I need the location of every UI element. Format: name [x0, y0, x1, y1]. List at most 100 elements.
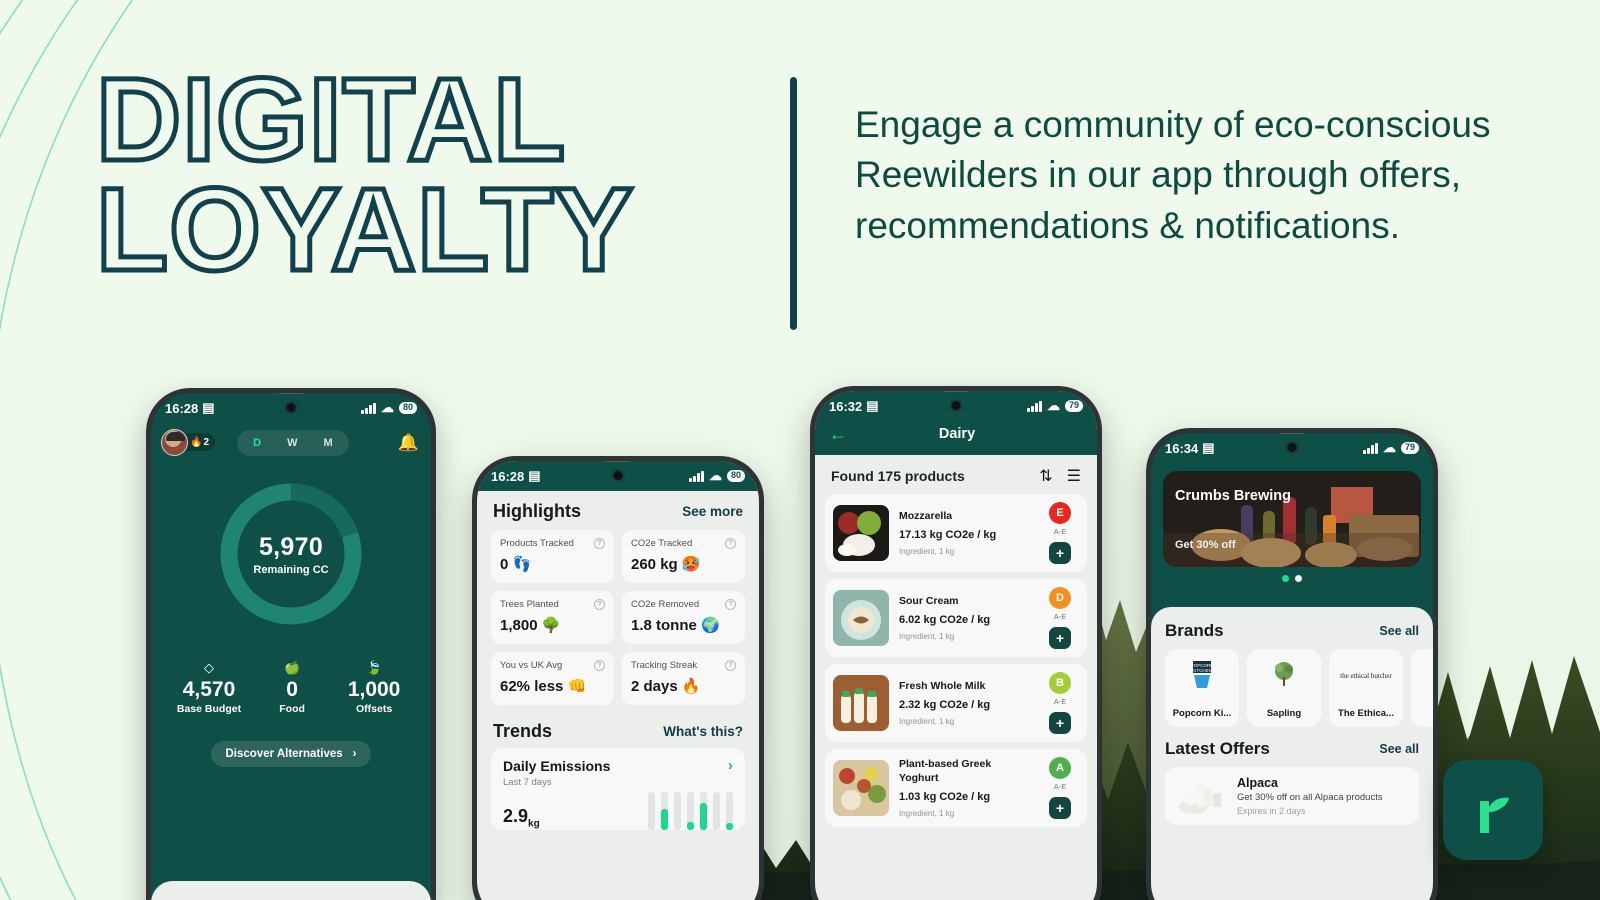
trend-value: 2.9 — [503, 806, 529, 827]
filter-icon[interactable]: ☰ — [1067, 466, 1081, 486]
highlight-value: 1.8 tonne 🌍 — [631, 617, 720, 634]
stat-value: 4,570 — [182, 678, 236, 701]
grade-badge: A — [1049, 757, 1071, 779]
highlight-card[interactable]: CO2e Tracked? 260 kg 🥵 — [622, 530, 745, 583]
brand-card[interactable]: the ethical butcher The Ethica... — [1329, 649, 1403, 727]
promo-banner[interactable]: Crumbs Brewing Get 30% off — [1163, 471, 1421, 567]
product-name: Plant-based Greek Yoghurt — [899, 758, 992, 784]
profile-avatar-group[interactable]: 🔥 2 — [161, 429, 216, 456]
help-icon[interactable]: ? — [594, 538, 605, 549]
bar-track — [661, 792, 668, 830]
brand-card[interactable]: C — [1411, 649, 1433, 727]
trends-title: Trends — [493, 721, 553, 741]
product-row[interactable]: Sour Cream 6.02 kg CO2e / kg Ingredient,… — [825, 579, 1087, 657]
front-camera-dot — [284, 401, 298, 414]
chevron-right-icon[interactable]: › — [728, 757, 733, 774]
earpiece-speaker — [605, 461, 631, 462]
bell-icon[interactable]: 🔔 — [398, 434, 419, 451]
sim-icon: ▤ — [1202, 440, 1215, 455]
product-list: Mozzarella 17.13 kg CO2e / kg Ingredient… — [815, 494, 1097, 827]
bar-track — [700, 792, 707, 830]
highlight-card[interactable]: CO2e Removed? 1.8 tonne 🌍 — [622, 591, 745, 644]
highlight-card[interactable]: Trees Planted? 1,800 🌳 — [491, 591, 614, 644]
brand-label: Sapling — [1266, 708, 1302, 719]
offer-card[interactable]: Alpaca Get 30% off on all Alpaca product… — [1165, 767, 1419, 825]
daily-emissions-card[interactable]: › Daily Emissions Last 7 days 2.9kg — [491, 748, 745, 830]
stat-offsets: 🍃 1,000 Offsets — [343, 660, 405, 715]
tab-day[interactable]: D — [241, 434, 273, 452]
flame-icon: 🔥 — [190, 436, 203, 448]
sort-icon[interactable]: ⇅ — [1039, 466, 1052, 486]
add-product-button[interactable]: + — [1049, 627, 1071, 649]
highlight-value: 2 days 🔥 — [631, 678, 701, 695]
discover-alternatives-button[interactable]: Discover Alternatives › — [211, 741, 371, 767]
carousel-dot-active[interactable] — [1282, 575, 1289, 582]
brand-card[interactable]: POPCORN KITCHEN Popcorn Ki... — [1165, 649, 1239, 727]
stat-food: 🍏 0 Food — [261, 660, 323, 715]
battery-badge: 80 — [398, 402, 417, 414]
add-product-button[interactable]: + — [1049, 712, 1071, 734]
see-all-offers-link[interactable]: See all — [1379, 742, 1419, 756]
stat-label: Offsets — [356, 703, 393, 715]
product-name: Sour Cream — [899, 594, 959, 607]
help-icon[interactable]: ? — [594, 660, 605, 671]
signal-icon — [1363, 442, 1378, 454]
product-meta: Ingredient, 1 kg — [899, 547, 955, 557]
carousel-dot[interactable] — [1295, 575, 1302, 582]
highlight-value: 260 kg 🥵 — [631, 556, 701, 573]
bar-fill — [661, 809, 668, 830]
highlight-title: CO2e Tracked — [631, 538, 693, 549]
brand-label: The Ethica... — [1338, 708, 1394, 719]
front-camera-dot — [949, 399, 963, 412]
highlight-card[interactable]: You vs UK Avg? 62% less 👊 — [491, 652, 614, 705]
sim-icon: ▤ — [528, 468, 541, 483]
stat-label: Base Budget — [176, 703, 242, 715]
app-bar-title: Dairy — [938, 426, 976, 442]
highlight-card[interactable]: Products Tracked? 0 👣 — [491, 530, 614, 583]
svg-text:the ethical butcher: the ethical butcher — [1340, 672, 1392, 680]
leaf-icon: 🍃 — [366, 660, 383, 675]
highlight-title: CO2e Removed — [631, 599, 700, 610]
help-icon[interactable]: ? — [594, 599, 605, 610]
product-row[interactable]: Plant-based Greek Yoghurt 1.03 kg CO2e /… — [825, 749, 1087, 827]
help-icon[interactable]: ? — [725, 599, 736, 610]
highlights-sheet: Highlights See more — [151, 881, 431, 900]
wifi-icon: ☁ — [380, 400, 394, 415]
add-product-button[interactable]: + — [1049, 542, 1071, 564]
tab-month[interactable]: M — [312, 434, 345, 452]
grade-badge: E — [1049, 502, 1071, 524]
trend-unit: kg — [528, 819, 540, 830]
period-segmented-control[interactable]: D W M — [237, 429, 349, 456]
carousel-dots[interactable] — [1151, 575, 1433, 582]
offer-thumbnail — [1175, 776, 1227, 816]
highlight-title: Trees Planted — [500, 599, 559, 610]
phone-mockup-highlights: 16:28 ▤ ☁ 80 Highlights See more Product… — [472, 456, 764, 900]
earpiece-speaker — [278, 393, 304, 394]
whats-this-link[interactable]: What's this? — [663, 724, 743, 739]
see-all-brands-link[interactable]: See all — [1379, 624, 1419, 638]
avatar[interactable] — [161, 429, 188, 456]
sim-icon: ▤ — [202, 400, 215, 415]
see-more-link[interactable]: See more — [682, 504, 743, 519]
product-row[interactable]: Fresh Whole Milk 2.32 kg CO2e / kg Ingre… — [825, 664, 1087, 742]
highlights-header: Highlights See more — [477, 491, 759, 528]
brand-logo — [1443, 760, 1543, 860]
product-thumbnail — [833, 760, 889, 816]
offers-header: Latest Offers See all — [1151, 727, 1433, 767]
brand-card[interactable]: Sapling — [1247, 649, 1321, 727]
highlight-card[interactable]: Tracking Streak? 2 days 🔥 — [622, 652, 745, 705]
tab-week[interactable]: W — [275, 434, 309, 452]
help-icon[interactable]: ? — [725, 660, 736, 671]
bar-track — [648, 792, 655, 830]
stat-value: 1,000 — [347, 678, 401, 701]
product-row[interactable]: Mozzarella 17.13 kg CO2e / kg Ingredient… — [825, 494, 1087, 572]
wifi-icon: ☁ — [708, 468, 722, 483]
product-name: Mozzarella — [899, 509, 953, 522]
add-product-button[interactable]: + — [1049, 797, 1071, 819]
earpiece-speaker — [943, 391, 969, 392]
vertical-divider — [790, 77, 797, 330]
product-thumbnail — [833, 590, 889, 646]
help-icon[interactable]: ? — [725, 538, 736, 549]
page-title: DIGITAL LOYALTY — [94, 54, 636, 296]
grade-scale: A-E — [1053, 612, 1067, 621]
